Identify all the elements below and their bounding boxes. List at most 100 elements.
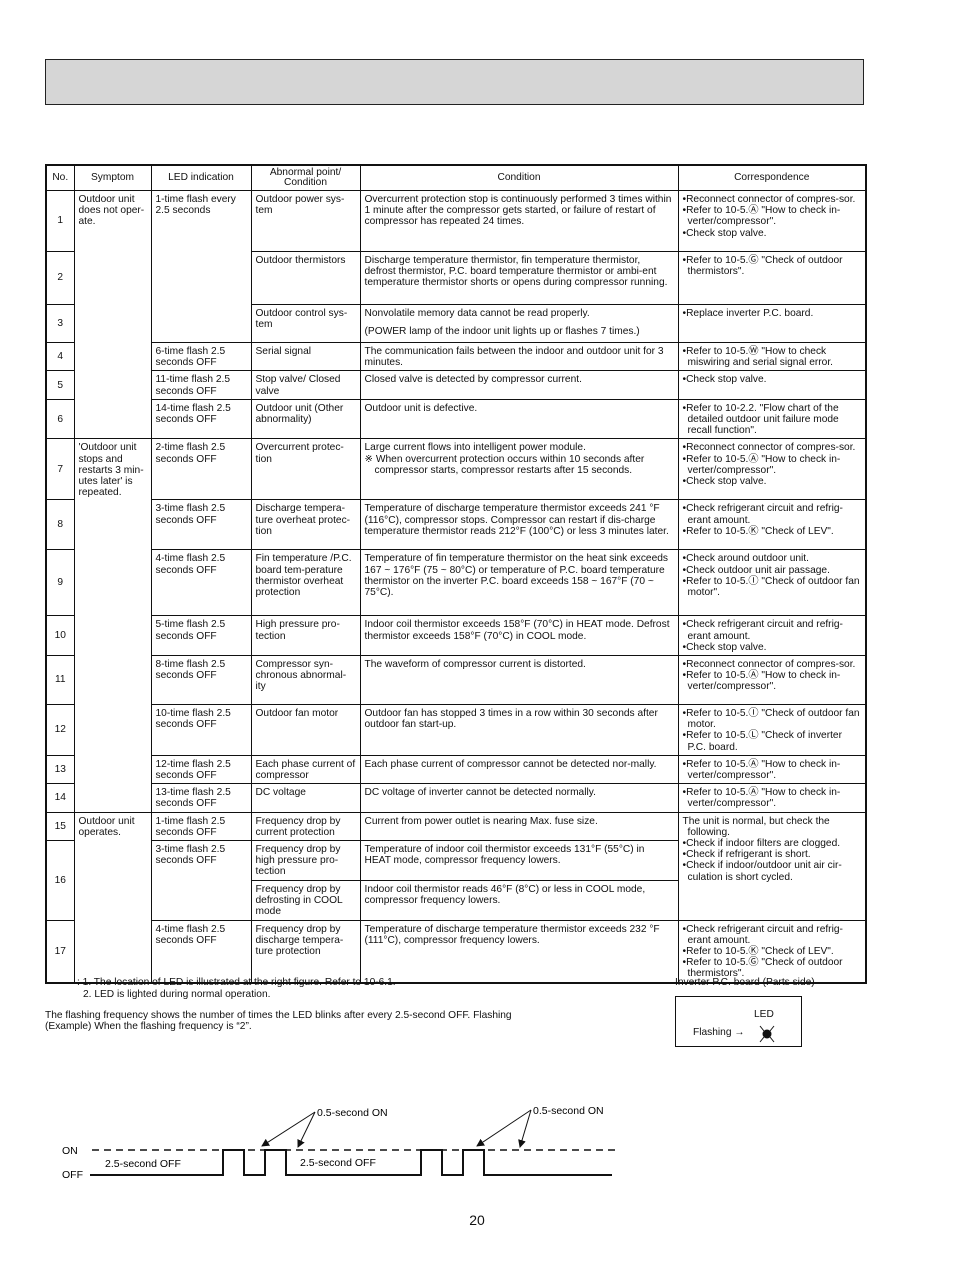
correspondence-cell: •Reconnect connector of compres-sor. •Re… — [677, 438, 867, 501]
condition-cell: Temperature of indoor coil thermistor ex… — [359, 840, 679, 881]
abnormal-cell: Discharge tempera-ture overheat protec-t… — [250, 499, 361, 551]
row-no: 14 — [45, 783, 75, 813]
condition-cell: Closed valve is detected by compressor c… — [359, 370, 679, 400]
symptom-cell: Outdoor unit does not oper-ate. — [73, 189, 152, 440]
condition-cell: Temperature of discharge temperature the… — [359, 499, 679, 551]
row-no: 16 — [45, 840, 75, 921]
header-condition: Condition — [359, 164, 679, 191]
led-cell: 1-time flash every 2.5 seconds — [150, 190, 252, 343]
led-cell: 13-time flash 2.5 seconds OFF — [150, 783, 252, 813]
correspondence-line: •Refer to 10-5.Ⓘ "Check of outdoor fan m… — [682, 708, 860, 731]
led-cell: 5-time flash 2.5 seconds OFF — [150, 615, 252, 657]
correspondence-line: •Refer to 10-5.Ⓐ "How to check in-verter… — [682, 205, 841, 228]
correspondence-line: •Check outdoor unit air passage. — [682, 564, 830, 576]
off-level-label: OFF — [62, 1169, 83, 1181]
led-cell: 11-time flash 2.5 seconds OFF — [150, 370, 252, 400]
correspondence-line: •Refer to 10-5.Ⓐ "How to check in-verter… — [682, 453, 841, 476]
correspondence-line: •Reconnect connector of compres-sor. — [682, 442, 856, 454]
correspondence-cell: •Reconnect connector of compres-sor. •Re… — [677, 190, 867, 252]
abnormal-cell: DC voltage — [250, 783, 361, 813]
correspondence-line: •Check stop valve. — [682, 641, 767, 653]
correspondence-cell: •Refer to 10-5.Ⓦ "How to check miswiring… — [677, 341, 867, 372]
correspondence-line: •Replace inverter P.C. board. — [682, 308, 814, 319]
abnormal-cell: Overcurrent protec-tion — [250, 438, 361, 501]
abnormal-cell: Serial signal — [250, 341, 361, 372]
correspondence-line: •Check if refrigerant is short. — [682, 849, 811, 861]
row-no: 3 — [45, 304, 75, 343]
symptom-cell: Outdoor unit operates. — [73, 811, 152, 984]
table-row: 10 5-time flash 2.5 seconds OFF High pre… — [45, 615, 867, 657]
led-cell: 3-time flash 2.5 seconds OFF — [150, 499, 252, 551]
led-diagnosis-table: No. Symptom LED indication Abnormal poin… — [45, 164, 867, 984]
row-no: 15 — [45, 811, 75, 842]
correspondence-cell: •Refer to 10-5.Ⓘ "Check of outdoor fan m… — [677, 704, 867, 756]
table-row: 4 6-time flash 2.5 seconds OFF Serial si… — [45, 341, 867, 372]
led-cell: 1-time flash 2.5 seconds OFF — [150, 811, 252, 842]
on-period-arrow — [476, 1109, 532, 1147]
row-no: 7 — [45, 438, 75, 501]
correspondence-line: •Check stop valve. — [682, 227, 767, 239]
correspondence-cell: •Check refrigerant circuit and refrig-er… — [677, 499, 867, 551]
condition-text: Large current flows into intelligent pow… — [364, 442, 586, 454]
flashing-label: Flashing → — [693, 1027, 745, 1038]
correspondence-line: •Reconnect connector of compres-sor. — [682, 194, 856, 205]
flashing-description-line-2: (Example) When the flashing frequency is… — [45, 1021, 252, 1033]
condition-cell: DC voltage of inverter cannot be detecte… — [359, 783, 679, 813]
condition-note: (POWER lamp of the indoor unit lights up… — [364, 326, 640, 338]
symptom-cell: 'Outdoor unit stops and restarts 3 min-u… — [73, 438, 152, 813]
correspondence-line: •Refer to 10-5.Ⓚ "Check of LEV". — [682, 525, 834, 537]
correspondence-cell: The unit is normal, but check the follow… — [677, 811, 867, 921]
page-number: 20 — [469, 1212, 485, 1228]
condition-cell: Current from power outlet is nearing Max… — [359, 811, 679, 842]
correspondence-line: •Refer to 10-5.Ⓦ "How to check miswiring… — [682, 346, 834, 369]
condition-cell: Outdoor fan has stopped 3 times in a row… — [359, 704, 679, 756]
row-no: 8 — [45, 499, 75, 551]
correspondence-cell: •Refer to 10-2.2. "Flow chart of the det… — [677, 398, 867, 440]
condition-cell: Nonvolatile memory data cannot be read p… — [359, 304, 679, 343]
correspondence-line: •Check if indoor filters are clogged. — [682, 838, 841, 850]
abnormal-cell: Outdoor fan motor — [250, 704, 361, 756]
row-no: 6 — [45, 398, 75, 440]
correspondence-line: •Refer to 10-5.Ⓚ "Check of LEV". — [682, 946, 834, 958]
condition-cell: The communication fails between the indo… — [359, 341, 679, 372]
correspondence-line: •Refer to 10-5.Ⓛ "Check of inverter P.C.… — [682, 730, 843, 753]
abnormal-cell: Frequency drop by current protection — [250, 811, 361, 842]
table-row: 1 Outdoor unit does not oper-ate. 1-time… — [45, 189, 867, 440]
correspondence-cell: •Refer to 10-5.Ⓖ "Check of outdoor therm… — [677, 251, 867, 305]
correspondence-line: •Refer to 10-5.Ⓖ "Check of outdoor therm… — [682, 255, 843, 278]
correspondence-line: •Refer to 10-5.Ⓐ "How to check in-verter… — [682, 758, 841, 782]
condition-cell: Outdoor unit is defective. — [359, 398, 679, 440]
off-period-label-1: 2.5-second OFF — [105, 1158, 181, 1170]
abnormal-cell: Compressor syn-chronous abnormal-ity — [250, 655, 361, 706]
table-row: 12 10-time flash 2.5 seconds OFF Outdoor… — [45, 704, 867, 756]
table-row: 7 'Outdoor unit stops and restarts 3 min… — [45, 438, 867, 813]
abnormal-cell: Frequency drop by defrosting in COOL mod… — [250, 879, 361, 921]
condition-note: ※ When overcurrent protection occurs wit… — [364, 453, 645, 476]
table-row: 11 8-time flash 2.5 seconds OFF Compress… — [45, 655, 867, 706]
correspondence-line: •Check stop valve. — [682, 374, 767, 386]
table-row: 13 12-time flash 2.5 seconds OFF Each ph… — [45, 754, 867, 785]
table-row: 14 13-time flash 2.5 seconds OFF DC volt… — [45, 783, 867, 813]
header-correspondence: Correspondence — [677, 164, 867, 191]
correspondence-line: •Check around outdoor unit. — [682, 553, 809, 565]
inverter-figure-title: Inverter P.C. board (Parts side) — [675, 977, 815, 988]
correspondence-cell: •Refer to 10-5.Ⓐ "How to check in-verter… — [677, 783, 867, 813]
row-no: 1 — [45, 190, 75, 252]
correspondence-line: The unit is normal, but check the follow… — [682, 815, 830, 838]
correspondence-cell: •Check refrigerant circuit and refrig-er… — [677, 615, 867, 657]
correspondence-line: •Check refrigerant circuit and refrig-er… — [682, 503, 843, 526]
table-row: 8 3-time flash 2.5 seconds OFF Discharge… — [45, 499, 867, 551]
table-row: 15 Outdoor unit operates. 1-time flash 2… — [45, 811, 867, 984]
correspondence-cell: •Reconnect connector of compres-sor. •Re… — [677, 655, 867, 706]
led-cell: 2-time flash 2.5 seconds OFF — [150, 438, 252, 501]
header-no: No. — [45, 164, 75, 191]
row-no: 13 — [45, 754, 75, 785]
on-period-label-2: 0.5-second ON — [533, 1105, 604, 1117]
led-cell: 14-time flash 2.5 seconds OFF — [150, 398, 252, 440]
header-symptom: Symptom — [73, 164, 152, 191]
row-no: 9 — [45, 549, 75, 617]
correspondence-line: •Refer to 10-2.2. "Flow chart of the det… — [682, 402, 839, 437]
abnormal-cell: Outdoor thermistors — [250, 251, 361, 305]
correspondence-cell: •Check refrigerant circuit and refrig-er… — [677, 919, 867, 984]
on-level-label: ON — [62, 1145, 78, 1157]
